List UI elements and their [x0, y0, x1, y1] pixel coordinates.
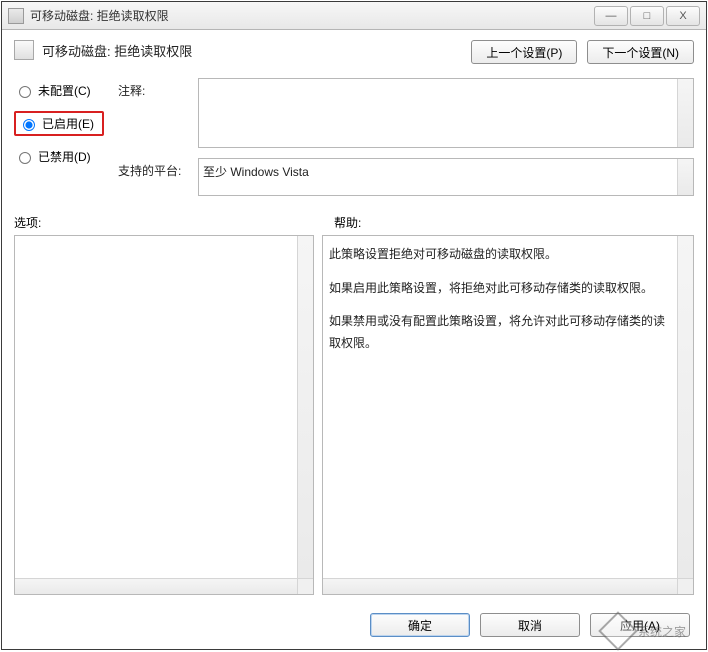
options-scroll-v[interactable]: [297, 236, 313, 578]
platform-scrollbar[interactable]: [677, 159, 693, 195]
radio-not-configured-input[interactable]: [19, 86, 31, 98]
help-content: 此策略设置拒绝对可移动磁盘的读取权限。 如果启用此策略设置，将拒绝对此可移动存储…: [323, 236, 676, 577]
platform-label: 支持的平台:: [118, 158, 190, 179]
next-setting-button[interactable]: 下一个设置(N): [587, 40, 694, 64]
maximize-button[interactable]: □: [630, 6, 664, 26]
options-scroll-h[interactable]: [15, 578, 297, 594]
help-label: 帮助:: [314, 214, 694, 231]
radio-disabled-input[interactable]: [19, 152, 31, 164]
help-paragraph-2: 如果启用此策略设置，将拒绝对此可移动存储类的读取权限。: [329, 278, 670, 300]
radio-enabled[interactable]: 已启用(E): [14, 111, 104, 136]
options-scroll-corner: [297, 578, 313, 594]
policy-header: 可移动磁盘: 拒绝读取权限: [14, 40, 192, 60]
comment-textarea[interactable]: [198, 78, 694, 148]
platform-field-row: 支持的平台: 至少 Windows Vista: [118, 158, 694, 196]
comment-field-row: 注释:: [118, 78, 694, 148]
header-row: 可移动磁盘: 拒绝读取权限 上一个设置(P) 下一个设置(N): [14, 40, 694, 64]
comment-scrollbar[interactable]: [677, 79, 693, 147]
previous-setting-button[interactable]: 上一个设置(P): [471, 40, 577, 64]
radio-not-configured[interactable]: 未配置(C): [14, 82, 104, 99]
window-controls: — □ X: [592, 6, 700, 26]
policy-title: 可移动磁盘: 拒绝读取权限: [42, 41, 192, 60]
radio-disabled[interactable]: 已禁用(D): [14, 148, 104, 165]
options-label: 选项:: [14, 214, 314, 231]
help-pane: 此策略设置拒绝对可移动磁盘的读取权限。 如果启用此策略设置，将拒绝对此可移动存储…: [322, 235, 694, 595]
radio-disabled-label: 已禁用(D): [38, 148, 91, 165]
comment-label: 注释:: [118, 78, 190, 99]
config-row: 未配置(C) 已启用(E) 已禁用(D) 注释:: [14, 78, 694, 196]
fields-column: 注释: 支持的平台: 至少 Windows Vista: [118, 78, 694, 196]
platform-value: 至少 Windows Vista: [203, 163, 309, 180]
footer: 确定 取消 应用(A) 系统之家: [2, 603, 706, 649]
help-scroll-h[interactable]: [323, 578, 677, 594]
pane-labels: 选项: 帮助:: [14, 214, 694, 231]
radio-enabled-input[interactable]: [23, 119, 35, 131]
policy-editor-window: 可移动磁盘: 拒绝读取权限 — □ X 可移动磁盘: 拒绝读取权限 上一个设置(…: [1, 1, 707, 650]
help-paragraph-1: 此策略设置拒绝对可移动磁盘的读取权限。: [329, 244, 670, 266]
options-content: [15, 236, 296, 577]
ok-button[interactable]: 确定: [370, 613, 470, 637]
panes-row: 此策略设置拒绝对可移动磁盘的读取权限。 如果启用此策略设置，将拒绝对此可移动存储…: [14, 235, 694, 595]
help-scroll-corner: [677, 578, 693, 594]
policy-icon: [14, 40, 34, 60]
window-title: 可移动磁盘: 拒绝读取权限: [30, 7, 592, 24]
nav-buttons: 上一个设置(P) 下一个设置(N): [471, 40, 694, 64]
radio-not-configured-label: 未配置(C): [38, 82, 91, 99]
state-radio-group: 未配置(C) 已启用(E) 已禁用(D): [14, 78, 104, 196]
content-area: 可移动磁盘: 拒绝读取权限 上一个设置(P) 下一个设置(N) 未配置(C) 已…: [2, 30, 706, 603]
apply-button[interactable]: 应用(A): [590, 613, 690, 637]
help-paragraph-3: 如果禁用或没有配置此策略设置，将允许对此可移动存储类的读取权限。: [329, 311, 670, 354]
titlebar[interactable]: 可移动磁盘: 拒绝读取权限 — □ X: [2, 2, 706, 30]
minimize-button[interactable]: —: [594, 6, 628, 26]
help-scroll-v[interactable]: [677, 236, 693, 578]
app-icon: [8, 8, 24, 24]
platform-field: 至少 Windows Vista: [198, 158, 694, 196]
close-button[interactable]: X: [666, 6, 700, 26]
radio-enabled-label: 已启用(E): [42, 115, 94, 132]
cancel-button[interactable]: 取消: [480, 613, 580, 637]
options-pane: [14, 235, 314, 595]
